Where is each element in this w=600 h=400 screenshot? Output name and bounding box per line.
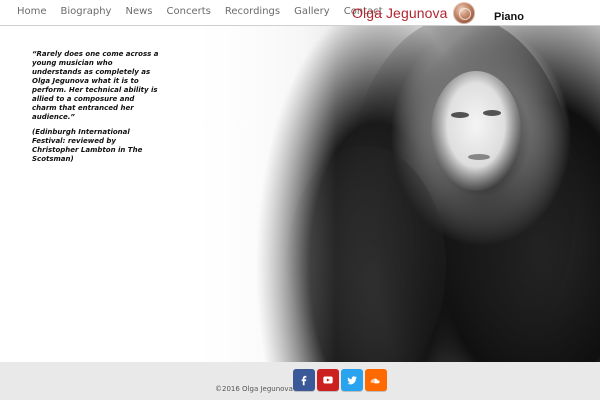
hero-eye <box>451 112 469 118</box>
site-header: Home Biography News Concerts Recordings … <box>0 0 600 26</box>
twitter-button[interactable] <box>341 369 363 391</box>
brand-subtitle: Piano <box>494 11 524 23</box>
nav-item-home[interactable]: Home <box>10 6 54 17</box>
press-quote: “Rarely does one come across a young mus… <box>32 50 160 170</box>
facebook-button[interactable] <box>293 369 315 391</box>
footer-copyright: ©2016 Olga Jegunova <box>215 385 293 393</box>
hero-mouth <box>468 154 490 160</box>
hero-fade <box>176 26 336 362</box>
header-divider <box>0 25 600 26</box>
social-links <box>293 369 387 391</box>
brand-name: Olga Jegunova <box>352 5 448 21</box>
youtube-button[interactable] <box>317 369 339 391</box>
twitter-icon <box>345 373 359 387</box>
hero-photo <box>176 26 600 362</box>
nav-item-biography[interactable]: Biography <box>54 6 119 17</box>
nav-item-news[interactable]: News <box>118 6 159 17</box>
soundcloud-button[interactable] <box>365 369 387 391</box>
soundcloud-icon <box>369 373 383 387</box>
page: Home Biography News Concerts Recordings … <box>0 0 600 400</box>
facebook-icon <box>297 373 311 387</box>
nav-item-gallery[interactable]: Gallery <box>287 6 337 17</box>
press-quote-source: (Edinburgh International Festival: revie… <box>32 128 143 163</box>
youtube-icon <box>321 373 335 387</box>
hero-eye <box>483 110 501 116</box>
main-nav: Home Biography News Concerts Recordings … <box>10 6 390 17</box>
nav-item-concerts[interactable]: Concerts <box>160 6 218 17</box>
hero-face-highlight <box>431 71 521 191</box>
press-quote-text: “Rarely does one come across a young mus… <box>32 50 159 121</box>
nav-item-recordings[interactable]: Recordings <box>218 6 287 17</box>
seal-icon <box>453 2 476 24</box>
site-footer: ©2016 Olga Jegunova <box>0 362 600 400</box>
brand[interactable]: Olga Jegunova <box>352 2 476 24</box>
